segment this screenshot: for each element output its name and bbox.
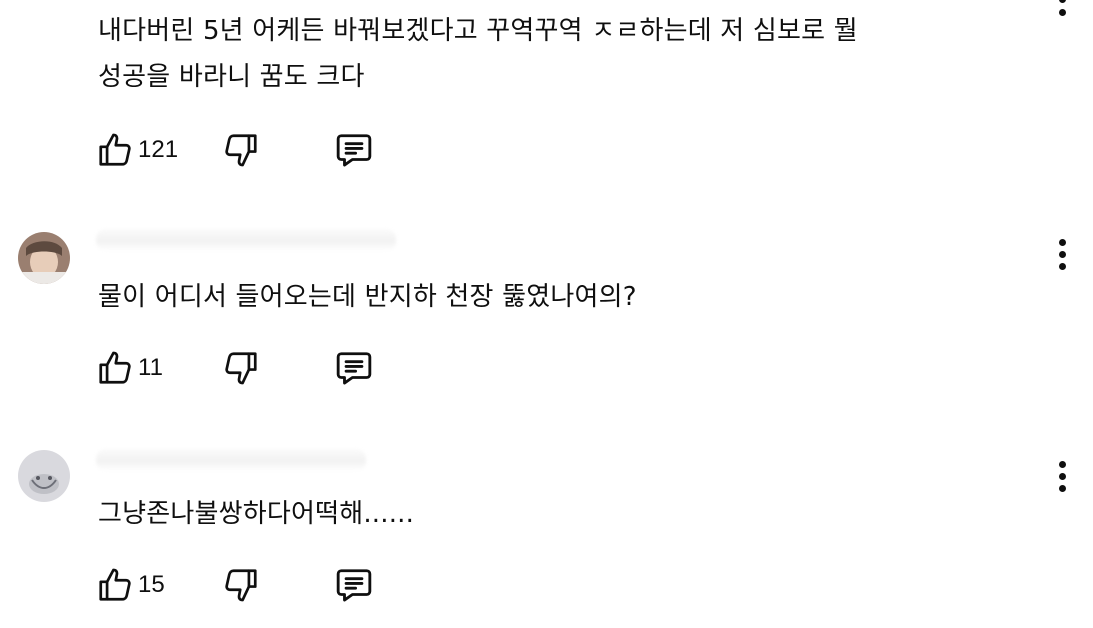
comment-text-line: 그냥존나불쌍하다어떡해......	[98, 499, 415, 529]
reply-button[interactable]	[332, 131, 376, 169]
avatar[interactable]	[18, 232, 70, 284]
thumbs-down-icon	[222, 349, 260, 387]
avatar[interactable]	[18, 450, 70, 502]
like-count: 11	[138, 354, 163, 381]
dislike-button[interactable]	[222, 349, 260, 387]
dislike-button[interactable]	[222, 566, 260, 604]
thumbs-up-icon	[96, 349, 134, 387]
reply-button[interactable]	[332, 566, 376, 604]
comment-icon	[332, 131, 376, 169]
comment-text-line: 물이 어디서 들어오는데 반지하 천장 뚫였나여의?	[98, 282, 637, 312]
like-button[interactable]: 121	[96, 131, 178, 169]
thumbs-down-icon	[222, 131, 260, 169]
more-options-button[interactable]	[1048, 455, 1078, 495]
like-button[interactable]: 11	[96, 349, 163, 387]
comment-icon	[332, 349, 376, 387]
like-count: 15	[138, 571, 165, 598]
thumbs-up-icon	[96, 131, 134, 169]
dislike-button[interactable]	[222, 131, 260, 169]
comment-icon	[332, 566, 376, 604]
thumbs-up-icon	[96, 566, 134, 604]
comment-text-line: 내다버린 5년 어케든 바꿔보겠다고 꾸역꾸역 ㅈㄹ하는데 저 심보로 뭘	[98, 16, 858, 46]
author-name-redacted	[96, 229, 396, 251]
more-options-button[interactable]	[1048, 237, 1078, 277]
more-options-button[interactable]	[1048, 0, 1078, 20]
like-count: 121	[138, 136, 179, 163]
reply-button[interactable]	[332, 349, 376, 387]
author-name-redacted	[96, 449, 366, 471]
thumbs-down-icon	[222, 566, 260, 604]
like-button[interactable]: 15	[96, 566, 165, 604]
comment-text-line: 성공을 바라니 꿈도 크다	[98, 62, 365, 92]
